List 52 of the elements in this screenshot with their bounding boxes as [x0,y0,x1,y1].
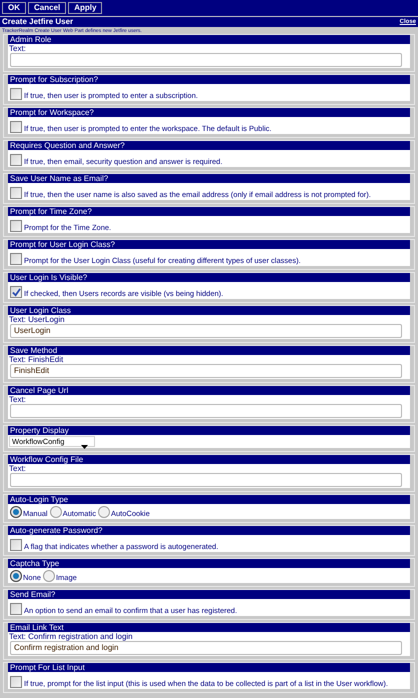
section-header: Prompt for User Login Class? [8,240,410,249]
text-field[interactable]: UserLogin [10,324,402,338]
text-field[interactable]: FinishEdit [10,364,402,378]
section-header: User Login Class [8,306,410,315]
section-header: Admin Role [8,35,410,44]
text-field[interactable]: Confirm registration and login [10,641,402,655]
checkbox[interactable] [10,286,22,298]
text-field[interactable] [10,473,402,487]
text-field[interactable] [10,404,402,418]
radio-button[interactable] [10,506,22,518]
checkbox[interactable] [10,88,22,100]
section-header: Save Method [8,346,410,355]
section-header: Prompt for Subscription? [8,75,410,84]
section-header: User Login Is Visible? [8,273,410,282]
field-label: Text: [9,395,26,404]
radio-button[interactable] [50,506,62,518]
radio-button[interactable] [98,506,110,518]
section-header: Email Link Text [8,623,410,632]
section-header: Auto-Login Type [8,495,410,504]
section-header: Save User Name as Email? [8,174,410,183]
section-header: Auto-generate Password? [8,526,410,535]
section-header: Prompt For List Input [8,663,410,672]
checkbox[interactable] [10,676,22,688]
caret-icon [81,445,88,449]
field-label: Text: FinishEdit [9,355,64,364]
checkbox[interactable] [10,539,22,551]
section-header: Send Email? [8,590,410,599]
checkmark-icon [12,288,20,296]
field-label: Text: Confirm registration and login [9,632,133,641]
field-label: Text: UserLogin [9,315,65,324]
field-label: Text: [9,44,26,53]
checkbox[interactable] [10,253,22,265]
section-header: Property Display [8,426,410,435]
section-header: Prompt for Time Zone? [8,207,410,216]
field-label: Text: [9,464,26,473]
dialog-title: Create Jetfire User [2,17,74,27]
toolbar-button[interactable]: OK [2,2,26,14]
section-header: Requires Question and Answer? [8,141,410,150]
checkbox[interactable] [10,220,22,232]
radio-button[interactable] [10,570,22,582]
radio-button[interactable] [42,570,55,582]
checkbox[interactable] [10,603,22,615]
toolbar-button[interactable]: Apply [68,2,102,14]
section-header: Cancel Page Url [8,386,410,395]
checkbox[interactable] [10,121,22,133]
text-field[interactable] [10,53,402,67]
checkbox[interactable] [10,154,22,166]
section-header: Prompt for Workspace? [8,108,410,117]
toolbar-button[interactable]: Cancel [28,2,66,14]
section-header: Captcha Type [8,559,410,568]
checkbox[interactable] [10,187,22,199]
section-header: Workflow Config File [8,455,410,464]
